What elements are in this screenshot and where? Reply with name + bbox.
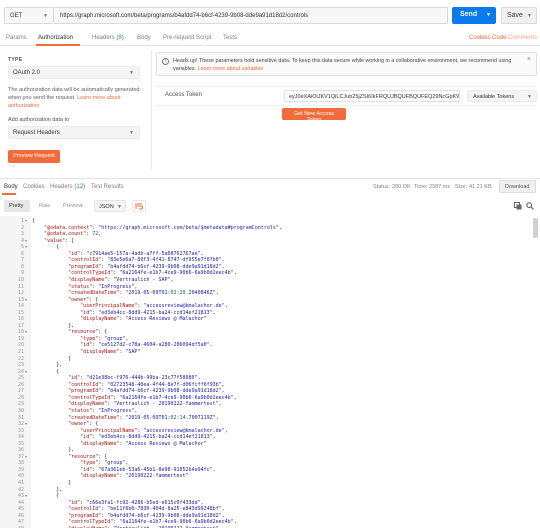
fold-toggle-icon[interactable]: ▾ [25, 369, 27, 376]
chevron-down-icon: ▼ [129, 70, 134, 76]
available-tokens-value: Available Tokens [473, 94, 515, 100]
auth-description: The authorization data will be automatic… [8, 86, 143, 110]
tab-tests[interactable]: Tests [223, 35, 237, 41]
view-preview-button[interactable]: Preview [63, 203, 83, 209]
code-link[interactable]: Code [492, 35, 506, 41]
line-number: 40 [17, 473, 24, 480]
send-button[interactable]: Send ▼ [452, 7, 496, 24]
active-tab-indicator [36, 44, 80, 46]
line-number: 45 [17, 506, 24, 513]
line-number: 10 [17, 276, 24, 283]
chevron-down-icon: ▼ [43, 13, 48, 19]
tab-pre-request-script[interactable]: Pre-request Script [163, 35, 211, 41]
save-label: Save [507, 12, 523, 19]
download-button[interactable]: Download [499, 180, 536, 193]
pane-divider [151, 50, 152, 170]
comments-link[interactable]: Comments [508, 35, 537, 41]
method-value: GET [10, 13, 23, 19]
code-line: "displayName": "Vertraulich - SAP", [68, 276, 174, 283]
preview-request-button[interactable]: Preview Request [8, 150, 60, 163]
info-icon: ! [162, 58, 169, 65]
size-value: 41.21 KB [469, 184, 492, 190]
type-label: TYPE [8, 57, 23, 63]
code-line: "displayName": "Access Reviews @ Malacho… [80, 440, 207, 447]
fold-toggle-icon[interactable]: ▾ [25, 297, 27, 304]
chevron-down-icon: ▼ [527, 94, 532, 100]
add-to-select[interactable]: Request Headers ▼ [8, 126, 140, 139]
chevron-down-icon[interactable]: ▼ [527, 13, 532, 19]
line-number: 15 [17, 309, 24, 316]
fold-toggle-icon[interactable]: ▾ [25, 244, 27, 251]
tab-headers-label: Headers [92, 35, 115, 41]
format-value: JSON [99, 204, 114, 210]
resp-tab-headers[interactable]: Headers (12) [50, 184, 85, 190]
code-line: "displayName": "20190222-Yammertest" [80, 473, 189, 480]
fold-toggle-icon[interactable]: ▾ [25, 329, 27, 336]
chevron-down-icon[interactable]: ▼ [486, 12, 491, 18]
resp-tab-test-results[interactable]: Test Results [91, 184, 124, 190]
access-token-label: Access Token [165, 92, 202, 98]
copy-icon[interactable] [514, 202, 522, 210]
view-raw-button[interactable]: Raw [39, 203, 50, 209]
code-line: "id": "d21e38bc-f976-444b-99ba-23c77f580… [68, 375, 201, 382]
line-number: 25 [17, 375, 24, 382]
tab-headers[interactable]: Headers (8) [92, 35, 124, 41]
tab-body[interactable]: Body [137, 35, 151, 41]
save-button[interactable]: Save ▼ [501, 7, 537, 24]
format-select[interactable]: JSON ▼ [94, 200, 126, 212]
scrollbar-thumb[interactable] [533, 218, 538, 238]
wrap-lines-icon[interactable] [132, 200, 146, 212]
time-label: Time: [414, 184, 428, 190]
learn-more-variables-link[interactable]: Learn more about variables [198, 66, 264, 72]
view-pretty-button[interactable]: Pretty [4, 200, 30, 212]
chevron-down-icon: ▼ [117, 204, 122, 210]
resp-tab-headers-label: Headers [50, 184, 73, 190]
time-value: 2387 ms [429, 184, 451, 190]
fold-toggle-icon[interactable]: ▾ [25, 454, 27, 461]
cookies-link[interactable]: Cookies [469, 35, 491, 41]
line-number: 20 [17, 342, 24, 349]
get-new-token-button[interactable]: Get New Access Token [282, 108, 346, 123]
headers-count-badge: (8) [116, 35, 124, 41]
line-number: 30 [17, 407, 24, 414]
status-value: 200 OK [392, 184, 411, 190]
url-input[interactable]: https://graph.microsoft.com/beta/program… [54, 7, 448, 24]
active-resp-tab-indicator [2, 193, 16, 195]
add-to-value: Request Headers [13, 130, 60, 136]
method-select[interactable]: GET ▼ [4, 7, 54, 24]
resp-tab-cookies[interactable]: Cookies [23, 184, 45, 190]
code-line: { [32, 244, 60, 251]
line-number: 35 [17, 440, 24, 447]
search-icon[interactable] [526, 202, 534, 210]
code-line: "id": "ce5127d2-c78a-4604-a280-286094df5… [80, 342, 213, 349]
code-line: "controlId": "be11f6b0-7830-404d-8a25-e8… [68, 506, 225, 513]
auth-type-select[interactable]: OAuth 2.0 ▼ [8, 66, 140, 79]
send-label: Send [460, 11, 478, 18]
resp-tab-body[interactable]: Body [4, 184, 18, 190]
chevron-down-icon: ▼ [129, 130, 134, 136]
add-to-label: Add authorization data to [8, 117, 70, 123]
size-label: Size: [455, 184, 468, 190]
code-line: "id": "ed3eb4cc-8dd9-4215-ba24-ccd14ef21… [80, 309, 216, 316]
fold-toggle-icon[interactable]: ▾ [25, 493, 27, 500]
tab-params[interactable]: Params [6, 35, 27, 41]
access-token-input[interactable]: eyJ0eXAiOiJKV1QiLCJub25jZSI6IkFRQUJBQUFB… [284, 90, 460, 102]
fold-toggle-icon[interactable]: ▾ [25, 218, 27, 225]
line-number: 5 [20, 244, 24, 251]
tab-authorization[interactable]: Authorization [38, 35, 73, 41]
auth-type-value: OAuth 2.0 [13, 70, 41, 76]
code-line: "status": "InProgress", [68, 407, 138, 414]
request-tabs: Params Authorization Headers (8) Body Pr… [0, 32, 540, 46]
available-tokens-select[interactable]: Available Tokens ▼ [467, 90, 537, 102]
sensitive-data-notice: Heads up! These parameters hold sensitiv… [156, 52, 537, 76]
status-label: Status: [373, 184, 391, 190]
fold-toggle-icon[interactable]: ▾ [25, 421, 27, 428]
resp-headers-count: (12) [74, 184, 86, 190]
close-icon[interactable]: × [527, 56, 531, 63]
